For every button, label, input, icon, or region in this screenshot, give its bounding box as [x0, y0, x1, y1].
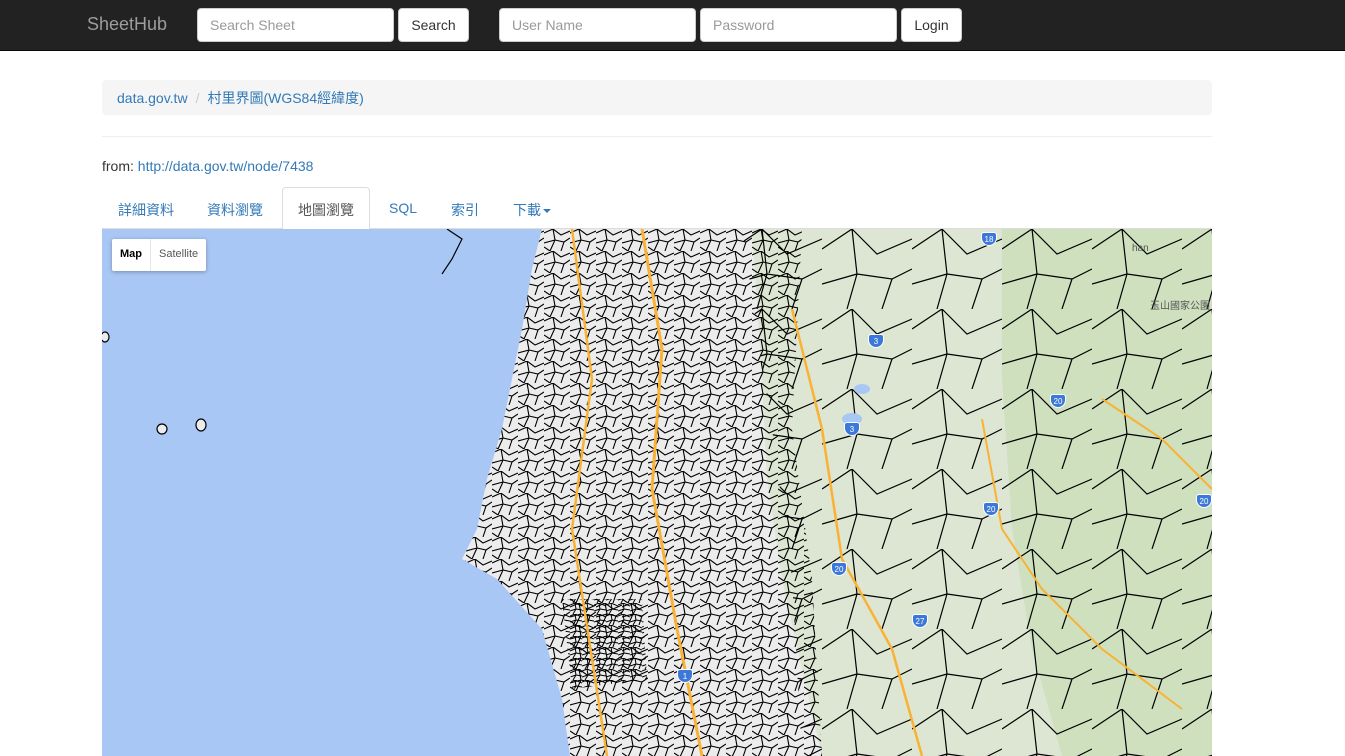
search-button[interactable]: Search: [398, 8, 469, 42]
island: [156, 423, 168, 435]
tab-label: 下載: [513, 202, 541, 218]
brand-logo[interactable]: SheetHub: [87, 14, 167, 35]
search-input[interactable]: [197, 8, 394, 42]
tab-download-dropdown[interactable]: 下載: [497, 187, 567, 229]
source-line: from: http://data.gov.tw/node/7438: [102, 158, 313, 174]
township-boundaries-mountain: [742, 229, 1212, 756]
tab-details[interactable]: 詳細資料: [102, 187, 190, 229]
tab-label: 資料瀏覽: [207, 202, 263, 218]
map-view[interactable]: Map Satellite 18 3 3 20 20 20 20 27 1 玉山…: [102, 229, 1212, 756]
login-button[interactable]: Login: [901, 8, 962, 42]
password-input[interactable]: [700, 8, 897, 42]
tab-label: 地圖瀏覽: [298, 202, 354, 218]
place-label: han: [1132, 243, 1149, 254]
breadcrumb-item-dataset[interactable]: 村里界圖(WGS84經緯度): [207, 90, 363, 106]
tab-data-browse[interactable]: 資料瀏覽: [191, 187, 279, 229]
breadcrumb-item-source[interactable]: data.gov.tw: [117, 90, 188, 106]
source-label: from:: [102, 158, 134, 174]
tab-label: SQL: [389, 200, 418, 216]
tab-bar: 詳細資料 資料瀏覽 地圖瀏覽 SQL 索引 下載: [102, 187, 1212, 230]
island: [102, 331, 110, 343]
tab-sql[interactable]: SQL: [373, 187, 433, 229]
top-navbar: SheetHub Search Login: [0, 0, 1345, 51]
caret-down-icon: [543, 209, 551, 214]
source-link[interactable]: http://data.gov.tw/node/7438: [138, 158, 314, 174]
village-boundaries-city: [562, 599, 647, 689]
username-input[interactable]: [499, 8, 696, 42]
divider: [102, 136, 1212, 137]
place-label: 玉山國家公園: [1150, 301, 1210, 312]
map-type-satellite-button[interactable]: Satellite: [151, 239, 206, 271]
breadcrumb: data.gov.tw / 村里界圖(WGS84經緯度): [102, 80, 1212, 115]
map-type-map-button[interactable]: Map: [112, 239, 151, 271]
map-canvas[interactable]: [102, 229, 1212, 756]
tab-index[interactable]: 索引: [435, 187, 495, 229]
tab-label: 索引: [451, 202, 479, 218]
reservoir: [854, 384, 870, 394]
coastline: [441, 229, 463, 275]
breadcrumb-separator: /: [195, 90, 200, 106]
tab-map-browse[interactable]: 地圖瀏覽: [282, 187, 370, 230]
tab-label: 詳細資料: [118, 202, 174, 218]
map-type-control: Map Satellite: [112, 239, 207, 271]
island: [195, 418, 207, 432]
